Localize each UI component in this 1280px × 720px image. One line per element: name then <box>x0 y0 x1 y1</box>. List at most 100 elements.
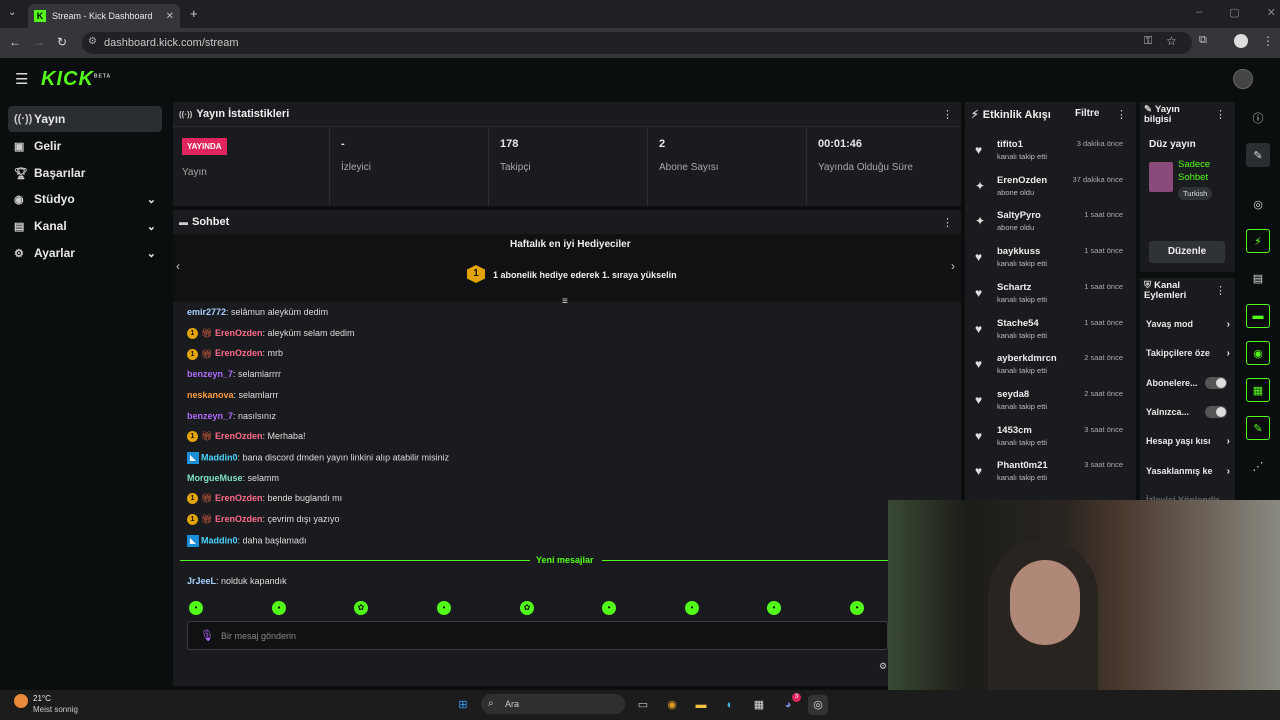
weather-desc: Meist sonnig <box>33 705 78 714</box>
sidebar-item-kanal[interactable]: ▤ Kanal ⌄ <box>8 213 162 239</box>
camera-icon[interactable]: ◎ <box>1246 192 1270 216</box>
emote-button[interactable]: ▪ <box>272 601 286 615</box>
list-icon[interactable]: ▤ <box>1246 266 1270 290</box>
kick-logo[interactable]: KICKBETA <box>41 68 111 91</box>
sidebar-item-studyo[interactable]: ◉ Stüdyo ⌄ <box>8 186 162 212</box>
new-tab-button[interactable]: + <box>190 6 198 21</box>
microphone-icon[interactable]: 🎙︎ <box>200 629 214 642</box>
activity-event[interactable]: ✦ SaltyPyro abone oldu 1 saat önce <box>969 210 1129 244</box>
task-view-icon[interactable]: ▭ <box>633 695 653 715</box>
event-username: ErenOzden <box>997 174 1048 186</box>
pencil-icon[interactable]: ✎ <box>1246 143 1270 167</box>
sidebar-item-basarilar[interactable]: 🏆︎ Başarılar <box>8 160 162 186</box>
chat-username[interactable]: Maddin0 <box>201 452 238 462</box>
extensions-icon[interactable]: ⧉ <box>1199 34 1207 47</box>
activity-filter-button[interactable]: Filtre <box>1075 108 1099 119</box>
sidebar-item-yayin[interactable]: ((·)) Yayın <box>8 106 162 132</box>
bookmark-star-icon[interactable]: ☆ <box>1166 34 1177 48</box>
chat-icon[interactable]: ▬ <box>1246 304 1270 328</box>
layout-icon[interactable]: ▦ <box>1246 378 1270 402</box>
chat-username[interactable]: benzeyn_7 <box>187 411 233 421</box>
channel-action-item[interactable]: Yasaklanmış ke › <box>1146 465 1230 476</box>
channel-action-item[interactable]: Takipçilere öze › <box>1146 348 1230 359</box>
obs-icon[interactable]: ◎ <box>808 695 828 715</box>
emote-button[interactable]: ✿ <box>520 601 534 615</box>
chat-menu-icon[interactable]: ⋮ <box>942 216 953 229</box>
back-icon[interactable]: ← <box>9 35 21 49</box>
weather-icon[interactable] <box>14 694 28 708</box>
site-info-icon[interactable]: ⚙ <box>88 36 97 47</box>
emote-button[interactable]: • <box>767 601 781 615</box>
emote-button[interactable]: ✿ <box>354 601 368 615</box>
wrench-icon[interactable]: ✎ <box>1246 416 1270 440</box>
chat-username[interactable]: JrJeeL <box>187 576 216 586</box>
channel-action-toggle[interactable] <box>1205 376 1227 389</box>
browser-menu-icon[interactable]: ⋮ <box>1262 34 1274 48</box>
close-tab-icon[interactable]: ✕ <box>166 11 174 22</box>
user-avatar[interactable] <box>1233 69 1253 89</box>
activity-event[interactable]: ♥ Schartz kanalı takip etti 1 saat önce <box>969 282 1129 316</box>
chat-username[interactable]: ErenOzden <box>215 514 263 524</box>
activity-event[interactable]: ♥ ayberkdmrcn kanalı takip etti 2 saat önce <box>969 353 1129 387</box>
chat-username[interactable]: emir2772 <box>187 307 226 317</box>
broadcast-icon[interactable]: ◉ <box>1246 341 1270 365</box>
stats-menu-icon[interactable]: ⋮ <box>942 108 953 121</box>
chat-username[interactable]: MorgueMuse <box>187 473 243 483</box>
collapse-banner-icon[interactable]: ≡ <box>562 296 568 307</box>
taskbar-search[interactable]: ⌕ Ara <box>481 694 625 714</box>
browser-tab[interactable]: K Stream - Kick Dashboard ✕ <box>28 4 180 28</box>
stream-category[interactable]: Sadece Sohbet <box>1178 158 1222 184</box>
chat-username[interactable]: ErenOzden <box>215 431 263 441</box>
activity-event[interactable]: ✦ ErenOzden abone oldu 37 dakika önce <box>969 175 1129 209</box>
url-input[interactable]: dashboard.kick.com/stream <box>82 32 1192 54</box>
edit-stream-info-button[interactable]: Düzenle <box>1149 241 1225 263</box>
chat-username[interactable]: ErenOzden <box>215 348 263 358</box>
lightning-icon[interactable]: ⚡︎ <box>1246 229 1270 253</box>
chat-message-input[interactable]: 🎙︎ Bir mesaj gönderin <box>187 621 888 650</box>
hamburger-menu-icon[interactable]: ☰ <box>15 70 28 88</box>
activity-event[interactable]: ♥ baykkuss kanalı takip etti 1 saat önce <box>969 246 1129 280</box>
emote-button[interactable]: • <box>602 601 616 615</box>
activity-event[interactable]: ♥ Stache54 kanalı takip etti 1 saat önce <box>969 318 1129 352</box>
tab-list-icon[interactable]: ⌄ <box>8 7 16 18</box>
chat-settings-icon[interactable]: ⚙ <box>879 661 887 672</box>
emote-button[interactable]: • <box>850 601 864 615</box>
profile-avatar[interactable] <box>1234 34 1248 48</box>
channel-action-item[interactable]: Yavaş mod › <box>1146 319 1230 329</box>
channel-action-toggle[interactable] <box>1205 405 1227 418</box>
chat-message-text: : bana discord dmden yayın linkini alıp … <box>237 452 450 463</box>
key-icon[interactable]: ⚿ <box>1144 35 1152 48</box>
store-icon[interactable]: ▦ <box>749 695 769 715</box>
sidebar-item-ayarlar[interactable]: ⚙ Ayarlar ⌄ <box>8 240 162 266</box>
minimize-icon[interactable]: – <box>1196 6 1202 19</box>
channel-actions-menu-icon[interactable]: ⋮ <box>1215 284 1226 297</box>
emote-button[interactable]: • <box>437 601 451 615</box>
stream-info-menu-icon[interactable]: ⋮ <box>1215 108 1226 121</box>
maximize-icon[interactable]: ▢ <box>1229 6 1239 19</box>
channel-action-item[interactable]: Hesap yaşı kısı › <box>1146 436 1230 447</box>
reload-icon[interactable]: ↻ <box>57 35 67 49</box>
emote-button[interactable]: • <box>189 601 203 615</box>
activity-event[interactable]: ♥ seyda8 kanalı takip etti 2 saat önce <box>969 389 1129 423</box>
forward-icon[interactable]: → <box>33 35 45 49</box>
close-window-icon[interactable]: ✕ <box>1267 6 1276 19</box>
edge-icon[interactable]: ◐ <box>720 695 740 715</box>
file-explorer-icon[interactable]: ▬ <box>691 695 711 715</box>
chat-username[interactable]: benzeyn_7 <box>187 369 233 379</box>
windows-start-icon[interactable]: ⊞ <box>453 695 473 715</box>
info-icon[interactable]: ⓘ <box>1246 106 1270 130</box>
emote-button[interactable]: • <box>685 601 699 615</box>
activity-event[interactable]: ♥ Phant0m21 kanalı takip etti 3 saat önce <box>969 460 1129 494</box>
chat-username[interactable]: ErenOzden <box>215 328 263 338</box>
share-icon[interactable]: ⋰ <box>1246 454 1270 478</box>
gifters-prev-icon[interactable]: ‹ <box>176 259 180 273</box>
chat-username[interactable]: ErenOzden <box>215 493 263 503</box>
activity-event[interactable]: ♥ tifito1 kanalı takip etti 3 dakika önce <box>969 139 1129 173</box>
activity-event[interactable]: ♥ 1453cm kanalı takip etti 3 saat önce <box>969 425 1129 459</box>
activity-menu-icon[interactable]: ⋮ <box>1116 108 1127 121</box>
sidebar-item-gelir[interactable]: ▣ Gelir <box>8 133 162 159</box>
chat-username[interactable]: neskanova <box>187 390 234 400</box>
chat-username[interactable]: Maddin0 <box>201 535 238 545</box>
chrome-icon[interactable]: ◉ <box>662 695 682 715</box>
gifters-next-icon[interactable]: › <box>951 259 955 273</box>
